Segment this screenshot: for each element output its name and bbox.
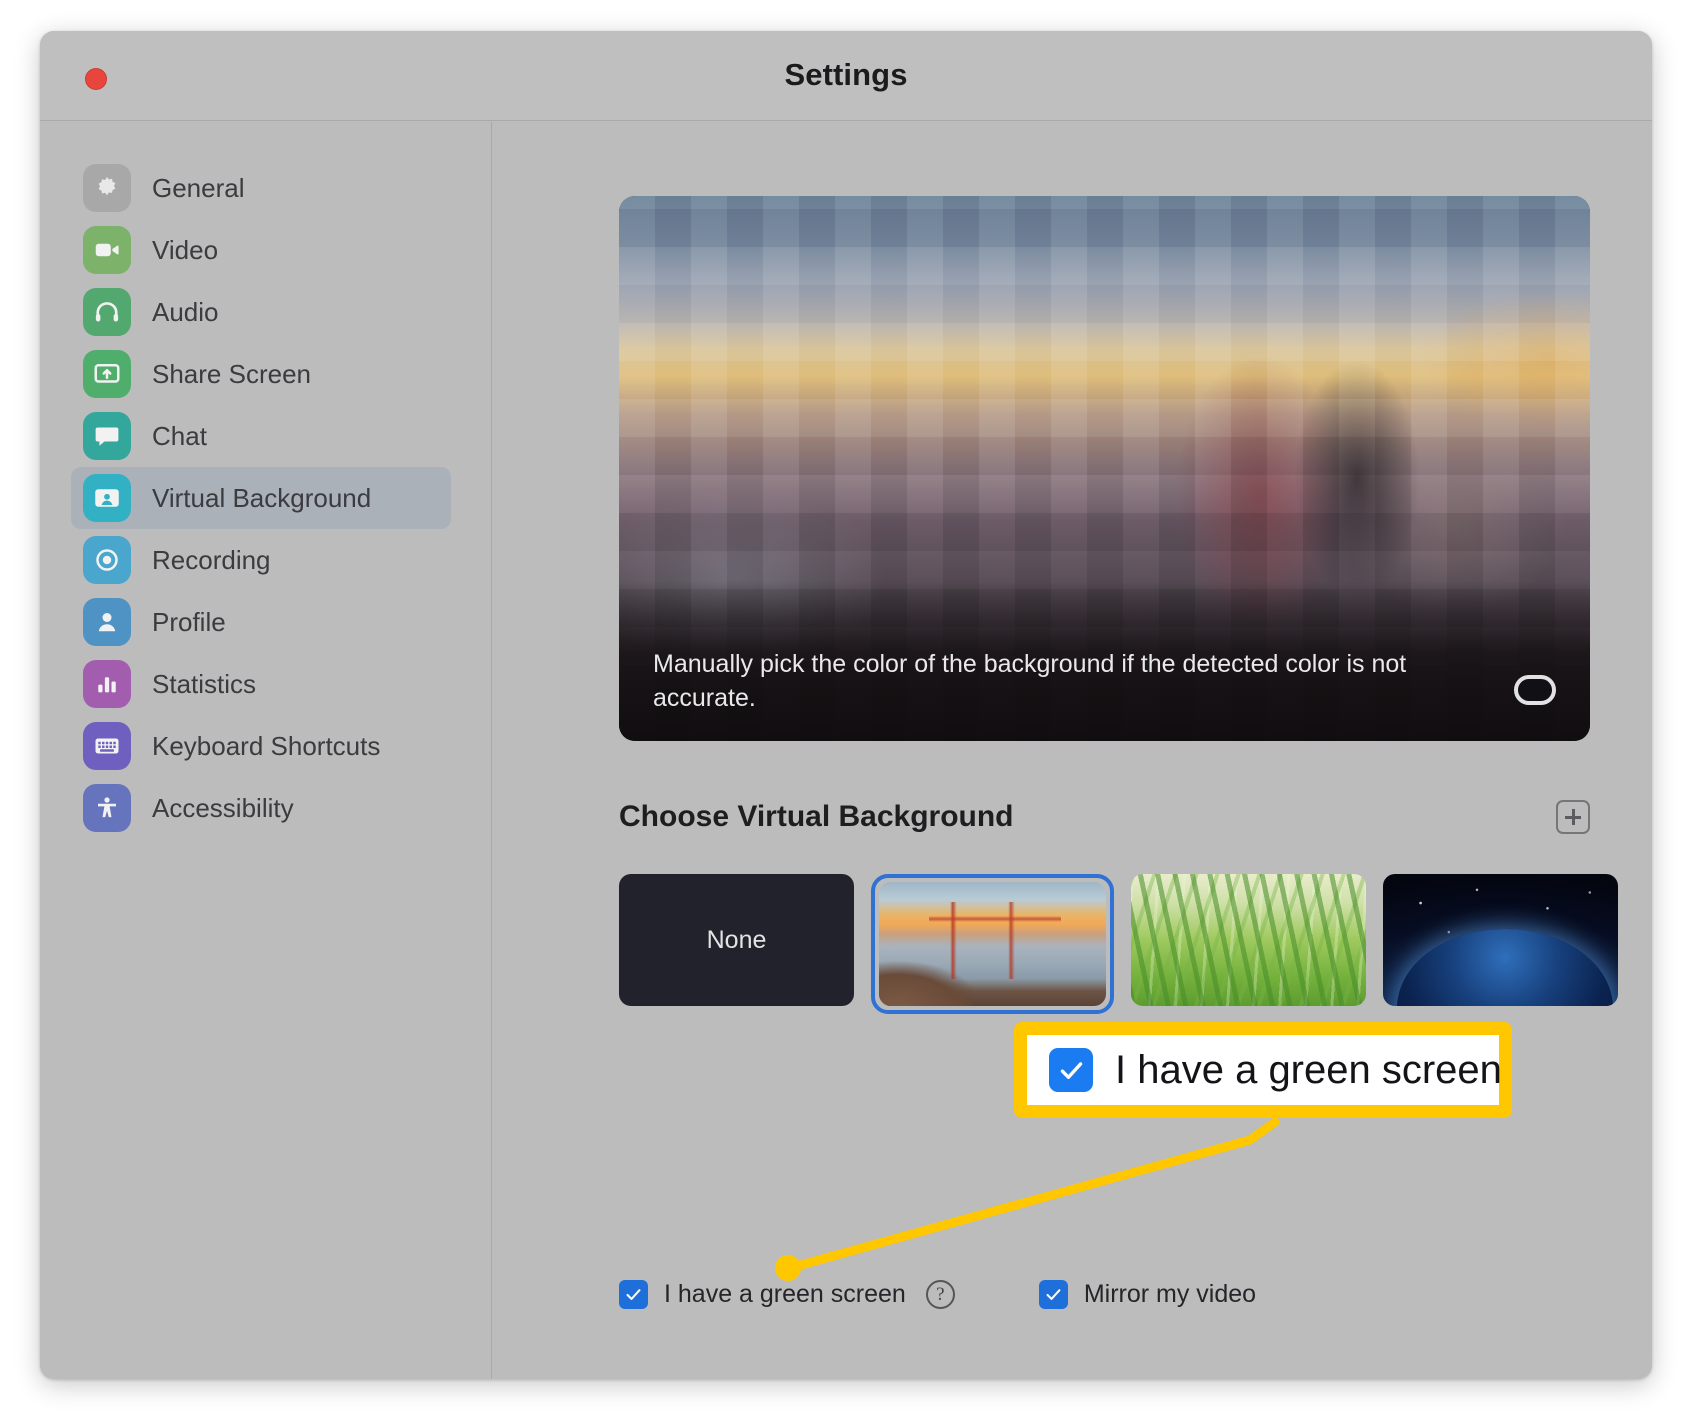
keyboard-icon	[83, 722, 131, 770]
green-screen-checkbox[interactable]	[619, 1280, 648, 1309]
green-screen-label: I have a green screen	[664, 1280, 906, 1308]
annotation-callout-inner: I have a green screen	[1027, 1035, 1502, 1105]
sidebar-item-label: Recording	[152, 544, 271, 575]
headphones-icon	[83, 288, 131, 336]
bar-chart-icon	[83, 660, 131, 708]
mirror-video-label: Mirror my video	[1083, 1280, 1257, 1308]
window-titlebar: Settings	[40, 31, 1652, 121]
add-background-button[interactable]	[1556, 800, 1590, 834]
record-circle-icon	[83, 536, 131, 584]
sidebar-item-label: Chat	[152, 420, 207, 451]
annotation-callout: I have a green screen	[1014, 1022, 1512, 1118]
background-thumbnail-grass[interactable]	[1131, 874, 1366, 1006]
page-title: Settings	[784, 57, 908, 92]
sidebar-item-profile[interactable]: Profile	[71, 591, 451, 653]
color-picker-swatch[interactable]	[1514, 675, 1556, 705]
sidebar-item-video[interactable]: Video	[71, 219, 451, 281]
sidebar-item-recording[interactable]: Recording	[71, 529, 451, 591]
sidebar-item-label: Audio	[152, 296, 219, 327]
section-title: Choose Virtual Background	[619, 800, 1014, 833]
mirror-video-group: Mirror my video	[1038, 1280, 1257, 1309]
sidebar-item-keyboard-shortcuts[interactable]: Keyboard Shortcuts	[71, 715, 451, 777]
annotation-green-screen-label: I have a green screen	[1115, 1047, 1502, 1092]
options-row: I have a green screen ? Mirror my video	[619, 1280, 1256, 1309]
sidebar-item-chat[interactable]: Chat	[71, 405, 451, 467]
video-preview[interactable]: Manually pick the color of the backgroun…	[619, 196, 1590, 741]
share-screen-icon	[83, 350, 131, 398]
video-camera-icon	[83, 226, 131, 274]
sidebar-item-label: Share Screen	[152, 358, 311, 389]
virtual-background-icon	[83, 474, 131, 522]
help-icon[interactable]: ?	[925, 1280, 955, 1309]
sidebar-item-label: Accessibility	[152, 792, 294, 823]
settings-sidebar: General Video Audio Share Screen Chat Vi…	[40, 122, 492, 1379]
settings-window: Settings General Video Audio Share Scree…	[40, 31, 1652, 1379]
annotation-green-screen-checkbox[interactable]	[1049, 1048, 1093, 1092]
sidebar-item-general[interactable]: General	[71, 157, 451, 219]
sidebar-item-audio[interactable]: Audio	[71, 281, 451, 343]
background-thumbnail-bridge[interactable]	[871, 874, 1114, 1014]
sidebar-item-label: Statistics	[152, 668, 257, 699]
sidebar-item-label: Video	[152, 234, 219, 265]
background-thumbnail-list: None	[619, 874, 1619, 1014]
sidebar-item-accessibility[interactable]: Accessibility	[71, 777, 451, 839]
gear-icon	[83, 164, 131, 212]
sidebar-item-label: General	[152, 172, 245, 203]
sidebar-item-label: Profile	[152, 606, 226, 637]
accessibility-icon	[83, 784, 131, 832]
background-thumbnail-none[interactable]: None	[619, 874, 854, 1006]
person-icon	[83, 598, 131, 646]
thumbnail-label: None	[706, 925, 767, 954]
sidebar-item-label: Keyboard Shortcuts	[152, 730, 381, 761]
sidebar-item-virtual-background[interactable]: Virtual Background	[71, 467, 451, 529]
chat-bubble-icon	[83, 412, 131, 460]
sidebar-item-statistics[interactable]: Statistics	[71, 653, 451, 715]
preview-caption: Manually pick the color of the backgroun…	[653, 650, 1407, 712]
sidebar-item-label: Virtual Background	[152, 482, 372, 513]
mirror-video-checkbox[interactable]	[1038, 1280, 1068, 1309]
virtual-background-pane: Manually pick the color of the backgroun…	[493, 122, 1652, 1379]
background-thumbnail-earth[interactable]	[1383, 874, 1618, 1006]
sidebar-item-share-screen[interactable]: Share Screen	[71, 343, 451, 405]
choose-background-header: Choose Virtual Background	[619, 800, 1590, 834]
